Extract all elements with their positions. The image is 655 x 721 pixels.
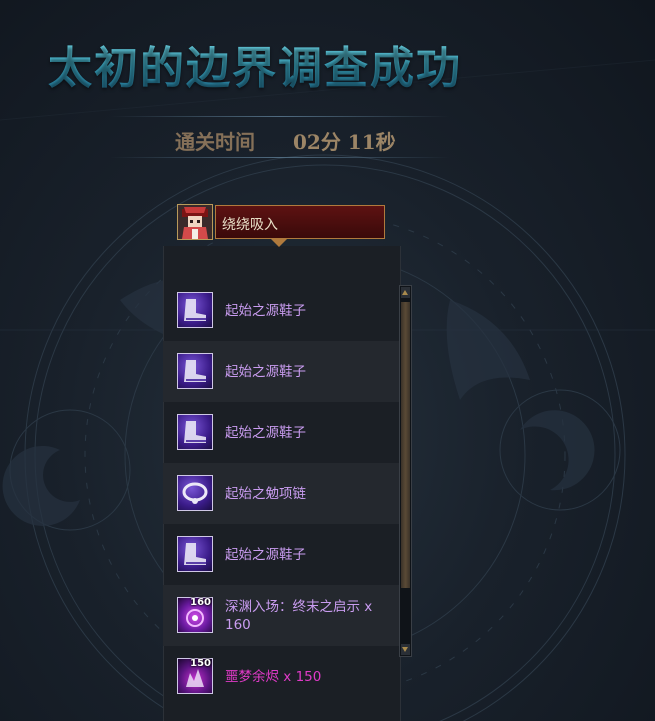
page-title: 太初的边界调查成功 xyxy=(48,32,462,96)
player-name-box: 绕绕吸入 xyxy=(215,205,385,239)
scroll-down-arrow-icon[interactable] xyxy=(401,644,410,655)
item-label: 噩梦余烬 x 150 xyxy=(225,669,322,685)
list-item[interactable]: 160 深渊入场：终末之启示 x 160 xyxy=(163,585,399,646)
player-tab[interactable]: 绕绕吸入 xyxy=(177,204,385,247)
clear-time-value: 02分 11秒 xyxy=(293,130,396,154)
clear-time-label: 通关时间 xyxy=(175,130,255,154)
item-label: 起始之源鞋子 xyxy=(225,364,306,380)
scroll-thumb[interactable] xyxy=(401,302,410,588)
nightmare-ember-icon: 150 xyxy=(177,658,213,694)
shoes-icon xyxy=(177,536,213,572)
shoes-icon xyxy=(177,414,213,450)
shoes-icon xyxy=(177,292,213,328)
necklace-icon xyxy=(177,475,213,511)
item-label: 深渊入场：终末之启示 x 160 xyxy=(225,599,373,633)
list-item[interactable]: 起始之源鞋子 xyxy=(163,280,399,341)
item-label: 起始之源鞋子 xyxy=(225,303,306,319)
clear-time: 通关时间 02分 11秒 xyxy=(0,116,520,158)
shoes-icon xyxy=(177,353,213,389)
abyss-ticket-icon: 160 xyxy=(177,597,213,633)
item-label: 起始之勉项链 xyxy=(225,486,306,502)
item-quantity: 150 xyxy=(190,658,211,669)
list-item[interactable]: 起始之源鞋子 xyxy=(163,402,399,463)
divider xyxy=(110,116,450,117)
item-label: 起始之源鞋子 xyxy=(225,547,306,563)
list-item[interactable]: 起始之源鞋子 xyxy=(163,524,399,585)
list-item[interactable]: 起始之勉项链 xyxy=(163,463,399,524)
item-quantity: 160 xyxy=(190,597,211,608)
list-item[interactable]: 起始之源鞋子 xyxy=(163,341,399,402)
item-label: 起始之源鞋子 xyxy=(225,425,306,441)
list-item[interactable]: 150 噩梦余烬 x 150 xyxy=(163,646,399,707)
pointer-arrow xyxy=(271,239,287,247)
loot-scrollbar[interactable] xyxy=(399,285,412,657)
loot-list: 起始之源鞋子 起始之源鞋子 起始之源鞋子 起始之勉项链 起始之源鞋子 160 深… xyxy=(163,280,399,721)
scroll-up-arrow-icon[interactable] xyxy=(401,287,410,298)
player-avatar xyxy=(177,204,213,240)
player-name: 绕绕吸入 xyxy=(222,217,278,233)
divider xyxy=(110,157,450,158)
